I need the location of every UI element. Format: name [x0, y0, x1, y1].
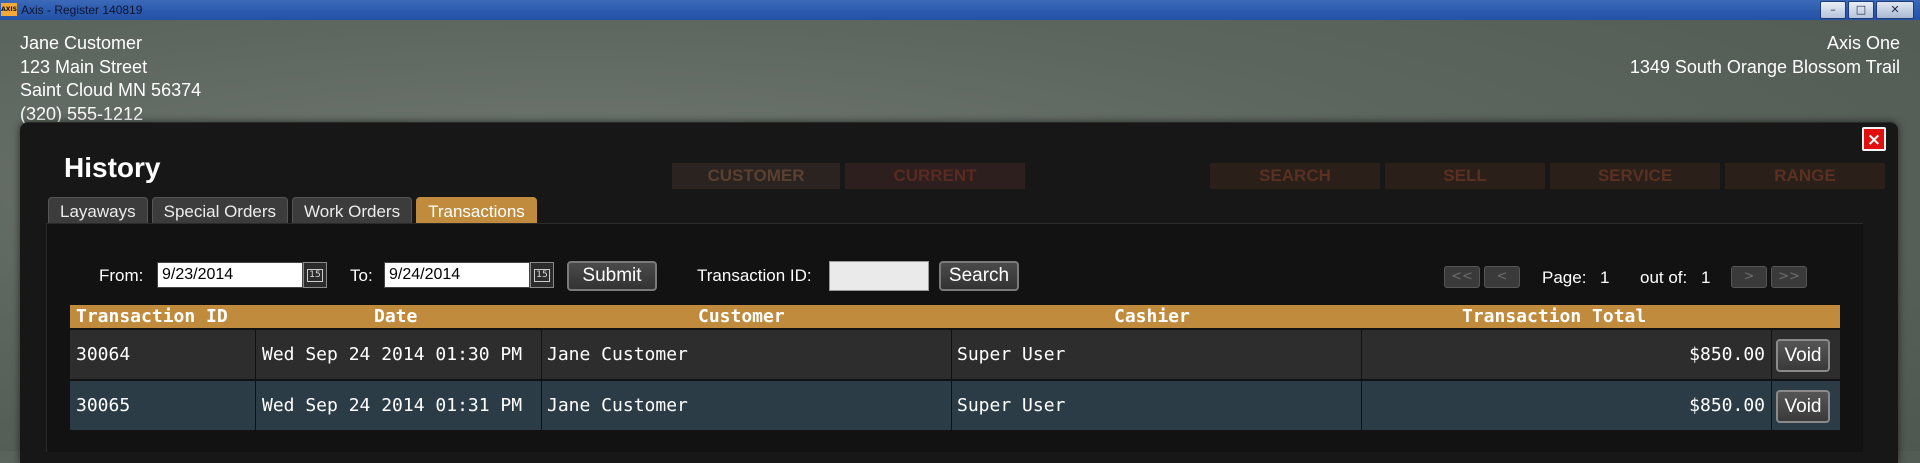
- modal-title: History: [64, 152, 161, 183]
- bg-tab-search: SEARCH: [1210, 163, 1380, 189]
- total-pages: 1: [1701, 268, 1711, 287]
- col-cashier[interactable]: Cashier: [1114, 305, 1190, 328]
- next-page-button[interactable]: >: [1731, 266, 1767, 288]
- window-title: Axis - Register 140819: [21, 3, 143, 17]
- col-customer[interactable]: Customer: [698, 305, 785, 328]
- bg-tab-sell: SELL: [1385, 163, 1545, 189]
- customer-street: 123 Main Street: [20, 56, 148, 77]
- to-calendar-icon[interactable]: 15: [530, 262, 554, 288]
- table-row[interactable]: 30064 Wed Sep 24 2014 01:30 PM Jane Cust…: [70, 330, 1840, 379]
- modal-close-button[interactable]: ×: [1862, 127, 1886, 151]
- tab-special-orders[interactable]: Special Orders: [151, 197, 289, 224]
- cell-total: $850.00: [1362, 381, 1772, 430]
- bg-tab-service: SERVICE: [1550, 163, 1720, 189]
- tab-layaways[interactable]: Layaways: [48, 197, 148, 224]
- first-page-button[interactable]: <<: [1444, 266, 1480, 288]
- store-name: Axis One: [1826, 33, 1900, 53]
- tab-transactions[interactable]: Transactions: [416, 197, 537, 224]
- cell-customer: Jane Customer: [542, 330, 952, 379]
- customer-name: Jane Customer: [20, 33, 143, 53]
- from-calendar-icon[interactable]: 15: [303, 262, 327, 288]
- last-page-button[interactable]: >>: [1771, 266, 1807, 288]
- col-transaction-total[interactable]: Transaction Total: [1462, 305, 1646, 328]
- cell-date: Wed Sep 24 2014 01:30 PM: [256, 330, 542, 379]
- void-button[interactable]: Void: [1776, 339, 1830, 372]
- window-controls: – □ ✕: [1818, 1, 1914, 19]
- submit-button[interactable]: Submit: [567, 261, 657, 291]
- maximize-icon[interactable]: □: [1848, 1, 1874, 19]
- customer-info: Jane Customer 123 Main Street Saint Clou…: [20, 32, 201, 126]
- void-button[interactable]: Void: [1776, 390, 1830, 423]
- prev-page-button[interactable]: <: [1484, 266, 1520, 288]
- col-date[interactable]: Date: [374, 305, 417, 328]
- history-tabs: Layaways Special Orders Work Orders Tran…: [48, 197, 541, 224]
- current-page: 1: [1600, 268, 1610, 287]
- page-label: Page:: [1542, 268, 1587, 287]
- close-icon[interactable]: ✕: [1876, 1, 1914, 19]
- store-info: Axis One 1349 South Orange Blossom Trail: [1630, 32, 1900, 79]
- out-of-label: out of:: [1640, 268, 1688, 287]
- bg-tab-current: CURRENT: [845, 163, 1025, 189]
- cell-transaction-id: 30064: [70, 330, 256, 379]
- cell-transaction-id: 30065: [70, 381, 256, 430]
- to-date-input[interactable]: [384, 262, 530, 288]
- store-address: 1349 South Orange Blossom Trail: [1629, 56, 1900, 77]
- app-logo-icon: AXIS: [1, 3, 17, 16]
- transaction-id-input[interactable]: [829, 261, 929, 291]
- col-transaction-id[interactable]: Transaction ID: [76, 305, 228, 328]
- bg-tab-customer: CUSTOMER: [672, 163, 840, 189]
- cell-date: Wed Sep 24 2014 01:31 PM: [256, 381, 542, 430]
- cell-customer: Jane Customer: [542, 381, 952, 430]
- customer-city: Saint Cloud MN 56374: [20, 80, 202, 100]
- from-label: From:: [99, 266, 144, 285]
- search-button[interactable]: Search: [939, 261, 1019, 291]
- bg-tab-range: RANGE: [1725, 163, 1885, 189]
- minimize-icon[interactable]: –: [1820, 1, 1846, 19]
- table-header: Transaction ID Date Customer Cashier Tra…: [70, 305, 1840, 328]
- table-row[interactable]: 30065 Wed Sep 24 2014 01:31 PM Jane Cust…: [70, 381, 1840, 430]
- from-date-input[interactable]: [157, 262, 303, 288]
- window-title-bar[interactable]: AXIS Axis - Register 140819 – □ ✕: [0, 0, 1920, 20]
- cell-total: $850.00: [1362, 330, 1772, 379]
- to-label: To:: [350, 266, 373, 285]
- cell-cashier: Super User: [952, 330, 1362, 379]
- transaction-id-label: Transaction ID:: [697, 266, 812, 285]
- tab-work-orders[interactable]: Work Orders: [292, 197, 413, 224]
- cell-cashier: Super User: [952, 381, 1362, 430]
